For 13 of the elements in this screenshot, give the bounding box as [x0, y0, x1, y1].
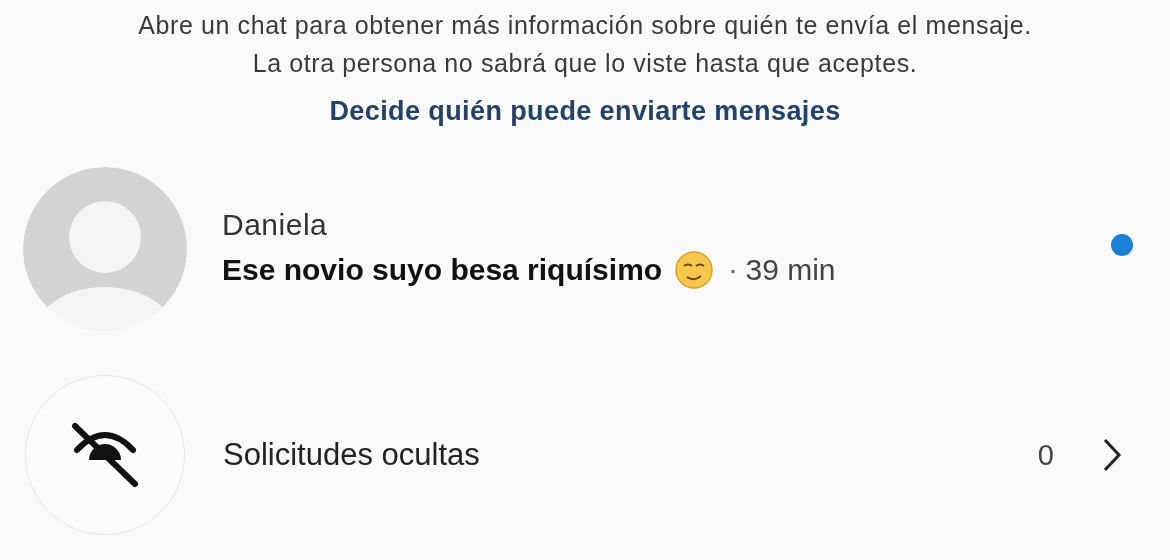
message-preview: Ese novio suyo besa riquísimo: [222, 253, 663, 287]
chevron-right-icon: [1102, 437, 1122, 473]
message-time: 39 min: [745, 253, 836, 287]
info-text: Abre un chat para obtener más información sobre quién te envía el mensaje.: [138, 10, 1032, 41]
hidden-count: 0: [1037, 438, 1054, 472]
hidden-requests-row[interactable]: Solicitudes ocultas 0: [0, 375, 1170, 535]
avatar-icon: [23, 167, 187, 331]
sender-name: Daniela: [222, 208, 329, 242]
hidden-requests-label: Solicitudes ocultas: [223, 437, 481, 473]
settings-link[interactable]: Decide quién puede enviarte mensajes: [329, 96, 841, 127]
info-text: La otra persona no sabrá que lo viste hasta que aceptes.: [252, 48, 918, 79]
emoji-icon: [674, 250, 715, 290]
separator-dot: ·: [728, 254, 738, 286]
